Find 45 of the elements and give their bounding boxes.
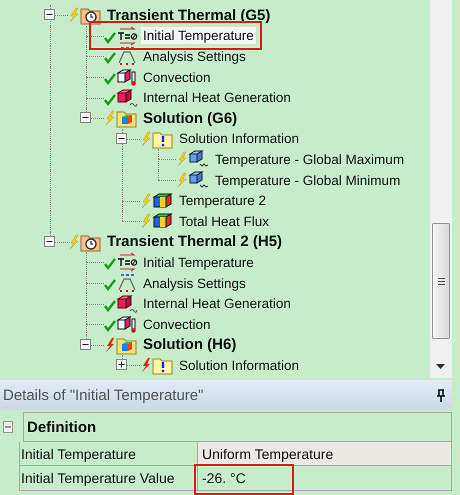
grip-icon [436, 276, 446, 286]
probe-cube-icon [188, 170, 210, 190]
property-value[interactable]: -26. °C [198, 466, 451, 490]
cube-thermometer-icon [116, 314, 138, 334]
settings-curve-icon [116, 273, 138, 294]
expander-toggle[interactable] [44, 9, 55, 20]
tree-item[interactable]: Temperature - Global Maximum [213, 150, 406, 168]
tree-item[interactable]: Solution (H6) [141, 335, 238, 354]
initial-condition-icon [116, 26, 138, 46]
expander-toggle[interactable] [44, 236, 55, 247]
expander-toggle[interactable] [80, 112, 91, 124]
tree-item[interactable]: Total Heat Flux [177, 212, 272, 230]
expander-toggle[interactable] [116, 359, 127, 370]
tree-item[interactable]: Initial Temperature [141, 254, 256, 271]
tree-item[interactable]: Temperature 2 [177, 192, 268, 210]
property-value[interactable]: Uniform Temperature [198, 442, 451, 465]
tree-item[interactable]: Convection [141, 68, 213, 86]
tree-item[interactable]: Convection [141, 316, 213, 333]
scrollbar[interactable] [429, 0, 452, 378]
cube-thermometer-icon [116, 67, 138, 88]
tree-item[interactable]: Transient Thermal (G5) [105, 6, 272, 25]
cube-wave-icon [116, 88, 138, 108]
tree-item[interactable]: Analysis Settings [141, 274, 248, 292]
pin-icon[interactable] [436, 388, 446, 402]
panel-title: Details of "Initial Temperature" [3, 386, 204, 404]
tree-item[interactable]: Internal Heat Generation [141, 89, 293, 106]
tree-item[interactable]: Solution Information [177, 130, 302, 148]
expander-toggle[interactable] [116, 132, 127, 144]
initial-condition-icon [116, 252, 138, 272]
tree-item[interactable]: Solution Information [177, 356, 302, 374]
property-name: Initial Temperature Value [20, 466, 198, 490]
settings-curve-icon [116, 46, 138, 66]
scroll-down-icon[interactable] [436, 364, 445, 370]
probe-cube-icon [188, 149, 210, 170]
cube-wave-icon [116, 294, 138, 314]
tree-item[interactable]: Temperature - Global Minimum [213, 172, 402, 189]
tree-item[interactable]: Analysis Settings [141, 48, 248, 65]
scroll-thumb[interactable] [432, 223, 450, 339]
tree-item[interactable]: Solution (G6) [141, 108, 240, 128]
tree-item[interactable]: Initial Temperature [141, 27, 256, 44]
tree-item[interactable]: Transient Thermal 2 (H5) [105, 232, 284, 252]
expander-toggle[interactable] [80, 338, 91, 350]
tree-item[interactable]: Internal Heat Generation [141, 295, 293, 312]
section-heading: Definition [23, 412, 452, 442]
collapse-toggle[interactable] [3, 421, 13, 433]
